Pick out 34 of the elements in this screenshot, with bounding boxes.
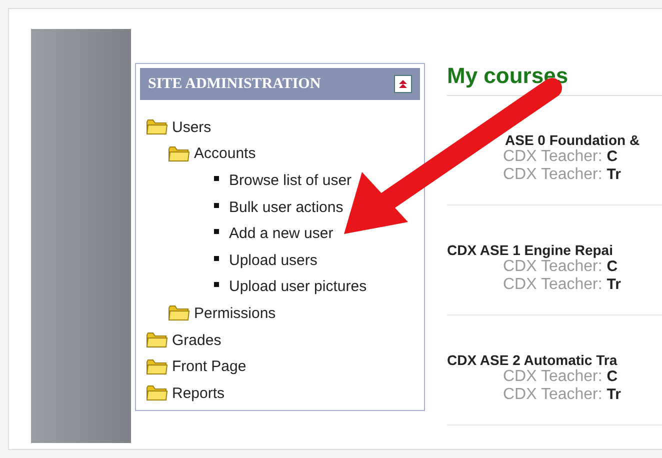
bullet-icon bbox=[214, 256, 219, 261]
teacher-line: CDX Teacher: C bbox=[502, 258, 619, 276]
folder-icon bbox=[146, 385, 168, 402]
folder-icon bbox=[168, 305, 190, 322]
folder-icon bbox=[146, 358, 168, 375]
tree-item[interactable]: Browse list of user bbox=[229, 172, 352, 189]
collapse-icon bbox=[398, 79, 408, 89]
course-link[interactable]: CDX ASE 2 Automatic Tra bbox=[447, 352, 618, 368]
course-link[interactable]: ASE 0 Foundation & bbox=[505, 132, 640, 148]
folder-icon bbox=[146, 332, 168, 348]
tree-item[interactable]: Users bbox=[172, 118, 212, 136]
bullet-icon bbox=[214, 282, 219, 288]
teacher-line: CDX Teacher: Tr bbox=[502, 276, 622, 294]
teacher-line: CDX Teacher: C bbox=[502, 368, 619, 386]
tree-item[interactable]: Bulk user actions bbox=[229, 198, 344, 216]
tree-item[interactable]: Front Page bbox=[172, 358, 246, 376]
folder-icon bbox=[146, 119, 168, 136]
tree-item[interactable]: Upload users bbox=[229, 252, 318, 269]
teacher-line: CDX Teacher: Tr bbox=[502, 166, 622, 184]
bullet-icon bbox=[214, 229, 219, 234]
collapse-button[interactable] bbox=[394, 75, 412, 93]
tree-item[interactable]: Accounts bbox=[194, 145, 256, 162]
tree-item[interactable]: Reports bbox=[172, 384, 225, 402]
tree-item[interactable]: Add a new user bbox=[229, 225, 334, 242]
course-link[interactable]: CDX ASE 1 Engine Repai bbox=[447, 242, 613, 258]
teacher-line: CDX Teacher: Tr bbox=[502, 386, 622, 404]
bullet-icon bbox=[214, 202, 219, 208]
teacher-line: CDX Teacher: C bbox=[502, 148, 619, 166]
panel-title: SITE ADMINISTRATION bbox=[148, 76, 321, 92]
tree-item[interactable]: Permissions bbox=[194, 304, 276, 322]
bullet-icon bbox=[214, 176, 219, 181]
folder-icon bbox=[168, 146, 190, 162]
tree-item[interactable]: Grades bbox=[172, 332, 222, 349]
tree-item[interactable]: Upload user pictures bbox=[229, 278, 367, 296]
